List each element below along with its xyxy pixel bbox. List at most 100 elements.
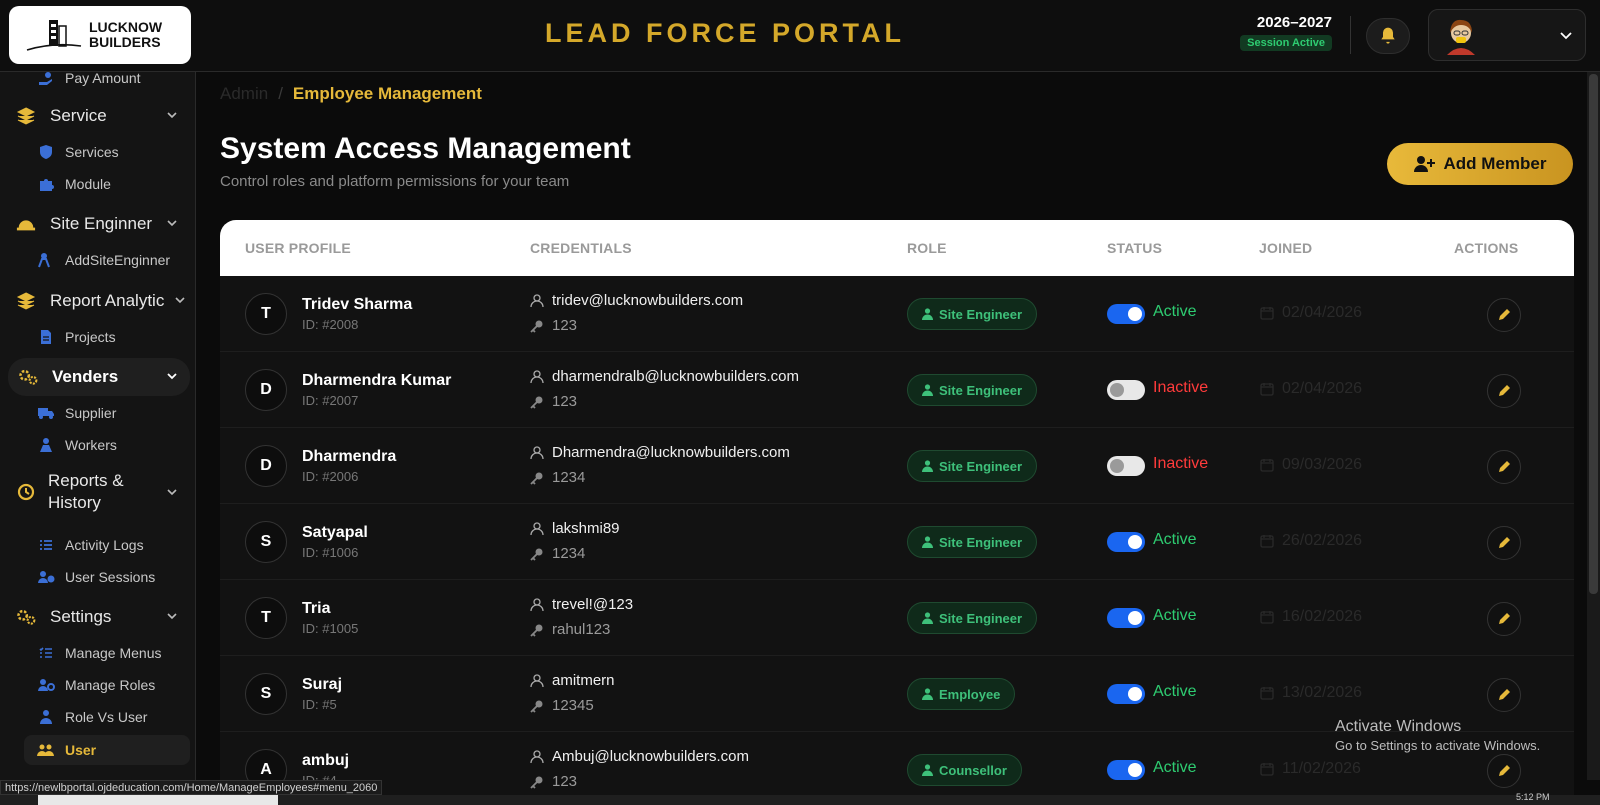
sidebar-item-label: Workers: [65, 437, 117, 453]
edit-button[interactable]: [1487, 754, 1521, 788]
logo-line2: BUILDERS: [89, 34, 161, 50]
password-text: rahul123: [552, 621, 611, 638]
status-toggle[interactable]: [1107, 608, 1145, 628]
profile-menu[interactable]: [1428, 9, 1586, 61]
credential-password: 123: [530, 773, 577, 790]
status-toggle[interactable]: [1107, 532, 1145, 552]
sidebar-item-manage-menus[interactable]: Manage Menus: [0, 639, 195, 667]
chevron-down-icon: [167, 373, 177, 380]
sidebar-item-user-sessions[interactable]: User Sessions: [0, 563, 195, 591]
list-check-icon: [36, 643, 56, 663]
sidebar-group-site-enginner[interactable]: Site Enginner: [0, 205, 195, 243]
sidebar-item-module[interactable]: Module: [0, 170, 195, 198]
credential-password: 1234: [530, 469, 585, 486]
edit-button[interactable]: [1487, 526, 1521, 560]
username-text: lakshmi89: [552, 520, 620, 537]
breadcrumb-current: Employee Management: [292, 84, 482, 103]
sidebar-group-reports-history[interactable]: Reports & History: [0, 468, 195, 516]
edit-button[interactable]: [1487, 374, 1521, 408]
sidebar-item-projects[interactable]: Projects: [0, 323, 195, 351]
scrollbar-thumb[interactable]: [1589, 74, 1598, 594]
sidebar-item-label: User Sessions: [65, 569, 156, 585]
username-text: Ambuj@lucknowbuilders.com: [552, 748, 749, 765]
column-header-credentials: CREDENTIALS: [530, 240, 632, 256]
add-member-button[interactable]: Add Member: [1387, 143, 1573, 185]
taskbar-preview[interactable]: [38, 795, 278, 805]
role-badge: Counsellor: [907, 754, 1022, 786]
sidebar-group-settings[interactable]: Settings: [0, 598, 195, 636]
portal-title: LEAD FORCE PORTAL: [545, 18, 905, 48]
sidebar-item-label: Manage Menus: [65, 645, 162, 661]
role-label: Counsellor: [939, 762, 1007, 778]
password-text: 123: [552, 317, 578, 334]
status-toggle[interactable]: [1107, 684, 1145, 704]
role-label: Site Engineer: [939, 382, 1023, 398]
joined-date: 09/03/2026: [1260, 456, 1362, 474]
profile-name: [1491, 29, 1561, 41]
windows-activation-watermark: Activate Windows Go to Settings to activ…: [1335, 718, 1540, 753]
calendar-icon: [1260, 307, 1274, 320]
role-label: Site Engineer: [939, 458, 1023, 474]
sidebar-group-report-analytic[interactable]: Report Analytic: [0, 282, 195, 320]
user-name: Dharmendra: [302, 448, 397, 465]
username-text: trevel!@123: [552, 596, 634, 613]
sidebar-item-user[interactable]: User: [24, 735, 190, 765]
key-icon: [530, 320, 543, 333]
sidebar-item-role-vs-user[interactable]: Role Vs User: [0, 703, 195, 731]
status-toggle[interactable]: [1107, 760, 1145, 780]
key-icon: [530, 624, 543, 637]
table-row: D Dharmendra Kumar ID: #2007 dharmendral…: [220, 352, 1574, 428]
role-badge: Site Engineer: [907, 450, 1038, 482]
user-outline-icon: [530, 293, 544, 307]
sidebar-item-addsiteenginner[interactable]: AddSiteEnginner: [0, 246, 195, 274]
table-row: S Satyapal ID: #1006 lakshmi89 1234 Site…: [220, 504, 1574, 580]
edit-button[interactable]: [1487, 298, 1521, 332]
toggle-knob: [1110, 459, 1124, 473]
password-text: 123: [552, 773, 578, 790]
chevron-down-icon: [175, 297, 185, 304]
role-badge: Site Engineer: [907, 526, 1038, 558]
edit-button[interactable]: [1487, 450, 1521, 484]
pencil-icon: [1499, 461, 1510, 472]
breadcrumb-root[interactable]: Admin: [220, 84, 268, 104]
sidebar-item-services[interactable]: Services: [0, 138, 195, 166]
status-toggle[interactable]: [1107, 456, 1145, 476]
user-outline-icon: [530, 445, 544, 459]
column-header-status: STATUS: [1107, 240, 1163, 256]
edit-button[interactable]: [1487, 602, 1521, 636]
sidebar-item-label: Activity Logs: [65, 537, 144, 553]
joined-date: 16/02/2026: [1260, 608, 1362, 626]
sidebar-item-workers[interactable]: Workers: [0, 431, 195, 459]
sidebar-item-manage-roles[interactable]: Manage Roles: [0, 671, 195, 699]
username-text: tridev@lucknowbuilders.com: [552, 292, 744, 309]
sidebar-item-activity-logs[interactable]: Activity Logs: [0, 531, 195, 559]
user-icon: [922, 384, 933, 396]
sidebar-group-service[interactable]: Service: [0, 97, 195, 135]
status-text: Active: [1153, 303, 1197, 320]
worker-icon: [36, 435, 56, 455]
notifications-button[interactable]: [1366, 18, 1410, 54]
username-text: Dharmendra@lucknowbuilders.com: [552, 444, 790, 461]
sidebar-item-pay-amount[interactable]: Pay Amount: [0, 72, 195, 92]
status-toggle[interactable]: [1107, 304, 1145, 324]
avatar: T: [245, 293, 287, 335]
sidebar-item-supplier[interactable]: Supplier: [0, 399, 195, 427]
page-scrollbar[interactable]: [1587, 72, 1600, 780]
role-badge: Employee: [907, 678, 1016, 710]
session-status-badge: Session Active: [1240, 35, 1332, 51]
chevron-down-icon: [167, 613, 177, 620]
sidebar-item-label: Services: [65, 144, 119, 160]
calendar-icon: [1260, 459, 1274, 472]
user-outline-icon: [530, 673, 544, 687]
table-header: USER PROFILE CREDENTIALS ROLE STATUS JOI…: [220, 220, 1574, 276]
user-tie-icon: [36, 707, 56, 727]
key-icon: [530, 700, 543, 713]
credential-username: tridev@lucknowbuilders.com: [530, 292, 743, 309]
status-toggle[interactable]: [1107, 380, 1145, 400]
role-badge: Site Engineer: [907, 298, 1038, 330]
edit-button[interactable]: [1487, 678, 1521, 712]
company-logo[interactable]: LUCKNOW BUILDERS: [9, 6, 191, 64]
sidebar-group-venders[interactable]: Venders: [8, 358, 190, 396]
user-icon: [922, 612, 933, 624]
credential-username: amitmern: [530, 672, 615, 689]
